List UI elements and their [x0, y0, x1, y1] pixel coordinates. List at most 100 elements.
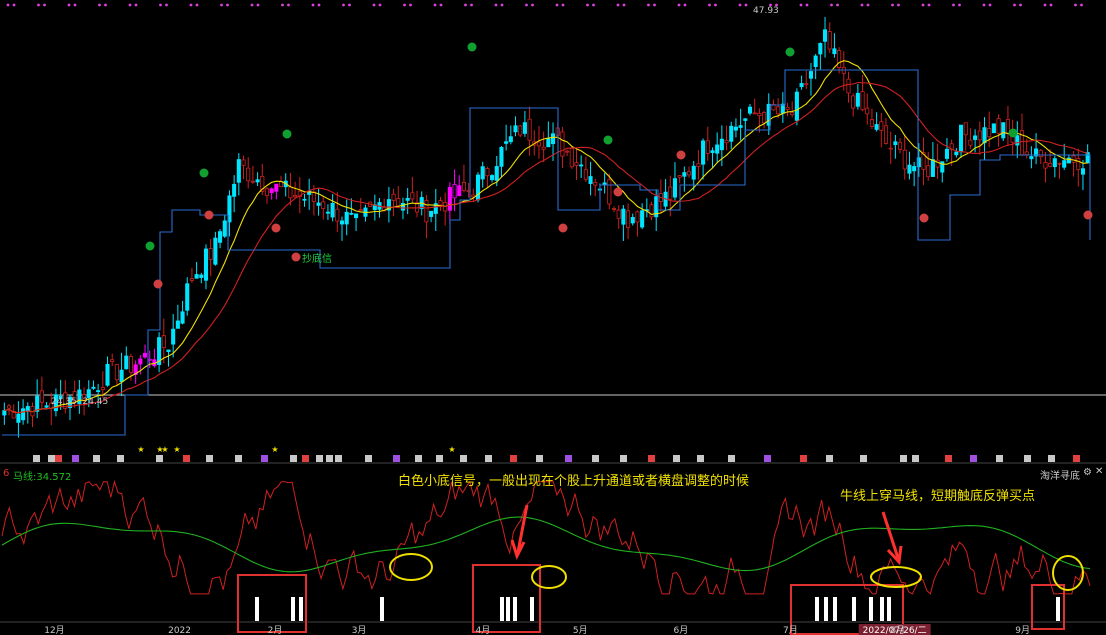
indicator-icon [1073, 455, 1080, 462]
chart-window: ★ ★ ★ ★ ★ ★ 12月 2022 2月 3月 4月 5月 6月 7月 2022/07/26/二 8月… [0, 0, 1106, 635]
top-dot [500, 3, 504, 7]
star-icon: ★ [173, 445, 180, 454]
candle-body [1085, 152, 1090, 164]
indicator-icon [33, 455, 40, 462]
gear-icon[interactable]: ⚙ [1083, 467, 1092, 478]
x-tick-label: 8月 [890, 625, 905, 635]
candle-body [330, 202, 335, 218]
oscillator-green-line [1, 516, 1091, 573]
white-signal-bar [869, 597, 873, 621]
candle-body [100, 387, 105, 390]
candle-body [1024, 151, 1029, 155]
candle-body [138, 358, 143, 365]
candle-body [494, 166, 499, 181]
x-axis: 12月 2022 2月 3月 4月 5月 6月 7月 2022/07/26/二8月 9月 [44, 624, 1030, 635]
candle-body [977, 130, 982, 141]
x-tick-label: 2022 [168, 626, 191, 635]
indicator-icon [206, 455, 213, 462]
top-dot [464, 3, 467, 7]
candle-body [105, 363, 110, 386]
highlight-box [237, 574, 307, 633]
x-tick-label: 5月 [573, 625, 588, 635]
s-marker [1008, 128, 1018, 138]
close-icon[interactable]: ✕ [1095, 466, 1103, 477]
candle-body [161, 335, 166, 349]
star-icon: ★ [161, 445, 168, 454]
candle-body [166, 349, 171, 353]
top-dot [744, 3, 748, 7]
indicator-icon [860, 455, 867, 462]
s-marker [785, 47, 795, 57]
candle-body [114, 364, 119, 381]
candle-body [236, 159, 241, 183]
candle-body [354, 213, 359, 219]
candle-body [930, 159, 935, 177]
candle-body [142, 352, 148, 358]
b-marker [153, 279, 163, 289]
top-dot [378, 3, 382, 7]
candle-body [180, 311, 185, 324]
top-dot [165, 3, 168, 7]
candle-body [264, 188, 270, 197]
candle-body [457, 185, 462, 197]
candle-body [865, 107, 870, 115]
peak-price-label: 47.93 [753, 6, 779, 16]
top-dot [927, 3, 931, 7]
top-dot [683, 3, 687, 7]
candle-body [335, 208, 340, 222]
top-dot [866, 3, 870, 7]
indicator-icon [393, 455, 400, 462]
candle-body [410, 192, 415, 200]
candle-body [818, 43, 823, 55]
indicator-icon [697, 455, 704, 462]
candle-body [321, 201, 326, 209]
candle-body [569, 148, 574, 168]
sub-panel-title: 淘洋寻底 [1040, 471, 1080, 482]
candle-body [391, 193, 396, 201]
candle-body [574, 162, 579, 167]
candle-body [475, 174, 481, 201]
top-dot [220, 3, 223, 7]
highlight-circle [531, 565, 567, 589]
top-dot [653, 3, 656, 7]
b-marker [676, 150, 686, 160]
candle-body [269, 188, 274, 194]
top-dot [43, 3, 46, 7]
annotation-layer [237, 504, 1084, 635]
top-dot [982, 3, 986, 7]
candle-body [640, 210, 645, 228]
candle-body [954, 151, 959, 156]
top-dot [195, 3, 199, 7]
top-dot [561, 3, 565, 7]
top-dot [372, 3, 376, 7]
x-tick-label: 12月 [44, 625, 64, 635]
candle-body [447, 187, 452, 211]
ma-layer [4, 60, 1088, 414]
candle-body [2, 410, 7, 416]
candle-body [119, 369, 124, 383]
candle-body [874, 124, 879, 130]
top-dot [73, 3, 77, 7]
indicator-icon [436, 455, 443, 462]
top-dot [1013, 3, 1016, 7]
candle-body [171, 328, 176, 345]
b-marker [613, 187, 623, 197]
candle-body [480, 166, 485, 180]
candle-body [1015, 135, 1020, 146]
candle-body [738, 125, 743, 128]
candle-body [25, 406, 30, 411]
candle-body [621, 208, 626, 225]
top-dot [531, 3, 534, 7]
b-marker [291, 252, 301, 262]
candle-body [743, 118, 748, 121]
top-dot [98, 3, 101, 7]
candle-body [846, 78, 851, 94]
candle-body [203, 248, 209, 281]
indicator-icon [826, 455, 833, 462]
indicator-icon [728, 455, 735, 462]
candle-body [39, 390, 44, 403]
stock-chart[interactable]: ★ ★★ ★ ★ ★ 12月 2022 2月 3月 4月 5月 6月 7月 2022/07/26/二8月… [0, 0, 1106, 635]
top-dot [958, 3, 961, 7]
candle-body [499, 147, 504, 167]
top-dot [714, 3, 717, 7]
